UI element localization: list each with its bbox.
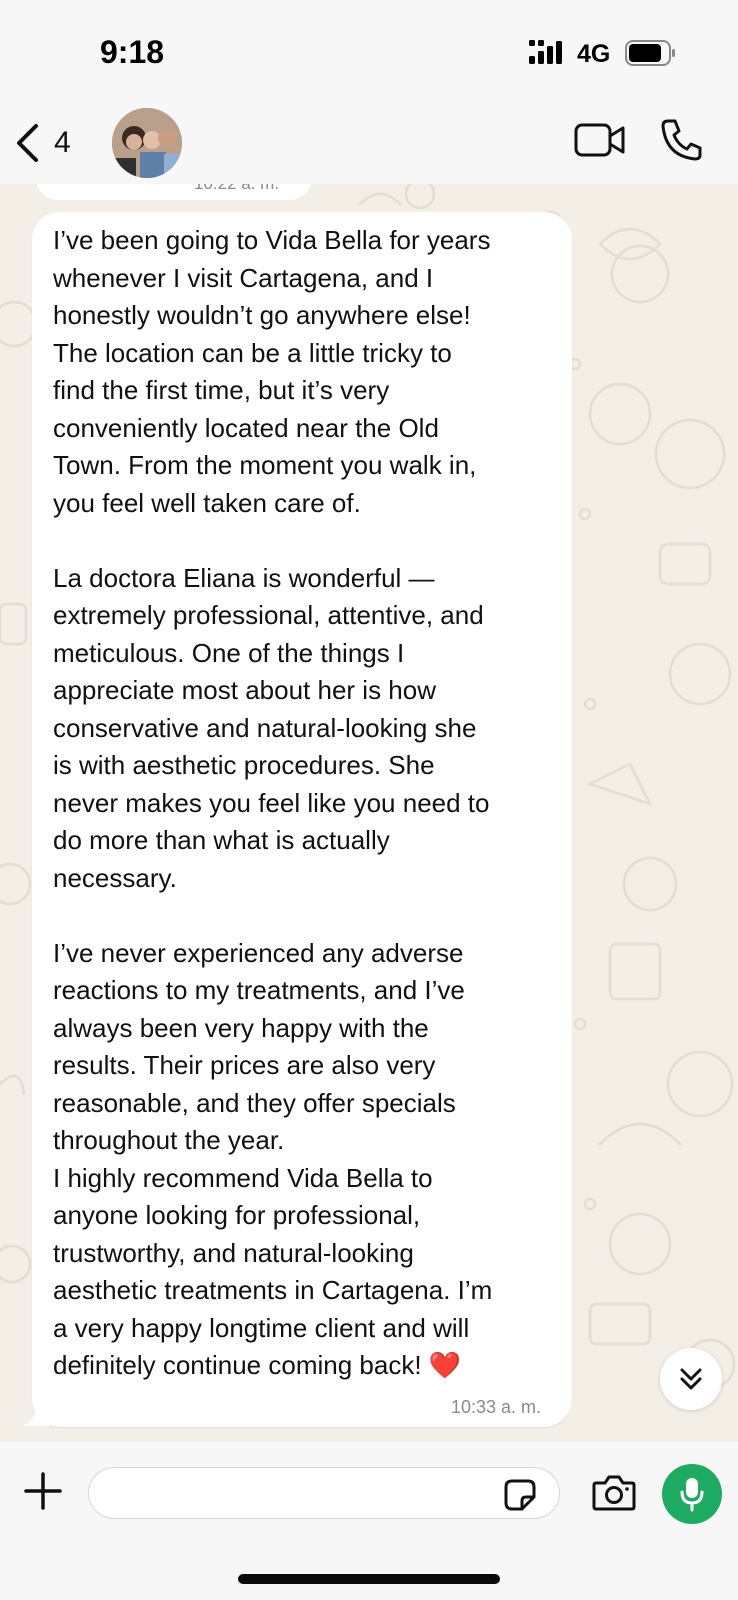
- message-line: aesthetic treatments in Cartagena. I’m: [53, 1275, 493, 1305]
- status-bar: 9:18 4G: [0, 0, 738, 104]
- home-indicator: [238, 1574, 500, 1584]
- message-line: necessary.: [53, 862, 177, 893]
- unread-count: 4: [54, 126, 71, 159]
- message-line: La doctora Eliana is wonderful —: [53, 562, 435, 593]
- scroll-down-button[interactable]: [660, 1348, 722, 1410]
- message-line: reasonable, and they offer specials: [53, 1087, 456, 1118]
- message-time: 10:33 a. m.: [451, 1397, 542, 1417]
- message-text: I’ve been going to Vida Bella for years …: [53, 222, 563, 1385]
- message-line: results. Their prices are also very: [53, 1050, 436, 1080]
- message-line: you feel well taken care of.: [53, 487, 361, 518]
- message-line: meticulous. One of the things I: [53, 637, 405, 668]
- microphone-icon: [680, 1478, 704, 1512]
- message-line: The location can be a little tricky to: [53, 337, 452, 368]
- message-line: whenever I visit Cartagena, and I: [53, 262, 434, 293]
- message-line: I highly recommend Vida Bella to: [53, 1162, 433, 1193]
- message-input[interactable]: [88, 1467, 560, 1519]
- sticker-button[interactable]: [504, 1479, 536, 1516]
- video-call-button[interactable]: [574, 122, 626, 163]
- message-line: a very happy longtime client and will: [53, 1312, 470, 1343]
- plus-icon: [24, 1472, 62, 1510]
- voice-call-button[interactable]: [660, 118, 702, 167]
- sticker-icon: [504, 1479, 536, 1511]
- message-line: trustworthy, and natural-looking: [53, 1237, 414, 1268]
- microphone-button[interactable]: [662, 1464, 722, 1524]
- message-line: anyone looking for professional,: [53, 1200, 421, 1230]
- message-line: I’ve never experienced any adverse: [53, 937, 464, 968]
- message-line: find the first time, but it’s very: [53, 375, 390, 405]
- message-line: appreciate most about her is how: [53, 675, 436, 705]
- double-chevron-down-icon: [680, 1368, 702, 1390]
- avatar[interactable]: [112, 108, 182, 178]
- signal-icon: [529, 40, 562, 64]
- attach-button[interactable]: [24, 1472, 62, 1515]
- message-line: is with aesthetic procedures. She: [53, 750, 435, 780]
- message-line: conveniently located near the Old: [53, 412, 439, 443]
- message-line: throughout the year.: [53, 1125, 285, 1155]
- camera-button[interactable]: [592, 1474, 636, 1517]
- message-line: never makes you feel like you need to: [53, 787, 490, 818]
- phone-icon: [661, 119, 702, 161]
- video-camera-icon: [574, 123, 625, 157]
- chevron-left-icon: [17, 124, 38, 162]
- message-line: honestly wouldn’t go anywhere else!: [53, 300, 471, 330]
- back-button[interactable]: 4: [14, 118, 94, 168]
- bubble-tail: [22, 1408, 50, 1426]
- message-line: conservative and natural-looking she: [53, 712, 477, 743]
- message-line: extremely professional, attentive, and: [53, 600, 484, 630]
- avatar-photo: [112, 108, 182, 178]
- message-line: reactions to my treatments, and I’ve: [53, 975, 465, 1005]
- network-label: 4G: [577, 40, 611, 68]
- chat-header: 4: [0, 104, 738, 184]
- message-line: I’ve been going to Vida Bella for years: [53, 225, 491, 255]
- battery-icon: [625, 40, 675, 66]
- message-line: always been very happy with the: [53, 1012, 429, 1043]
- paragraph-break: [53, 522, 563, 560]
- message-line: Town. From the moment you walk in,: [53, 450, 477, 480]
- camera-icon: [592, 1475, 636, 1511]
- message-line: definitely continue coming back! ❤️: [53, 1350, 462, 1380]
- paragraph-break: [53, 897, 563, 935]
- status-time: 9:18: [100, 34, 165, 70]
- message-line: do more than what is actually: [53, 825, 390, 855]
